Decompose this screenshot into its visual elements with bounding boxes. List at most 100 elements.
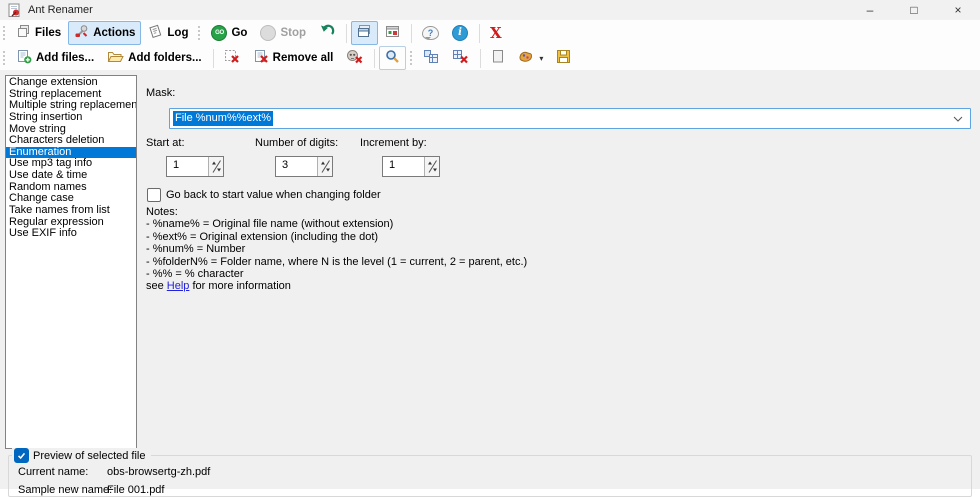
start-at-label: Start at: [146,137,185,149]
deselect-all-button[interactable] [446,46,475,70]
checkbox-box [147,188,161,202]
close-button[interactable]: × [936,0,980,20]
palette-dropdown-button[interactable]: ▾ [512,46,549,70]
preview-checkbox-label: Preview of selected file [33,450,146,462]
toolbar-separator [411,24,412,43]
log-icon [148,24,163,42]
increment-label: Increment by: [360,137,427,149]
content-area: Change extension String replacement Mult… [0,70,980,489]
go-button[interactable]: GO Go [205,22,253,44]
stop-icon [260,25,276,41]
digits-label: Number of digits: [255,137,338,149]
save-floppy-icon [556,49,571,67]
minimize-button[interactable]: – [848,0,892,20]
go-icon: GO [211,25,227,41]
window-controls: – □ × [848,0,980,20]
remove-all-button[interactable]: Remove all [247,46,340,70]
toolbar-separator [479,24,480,43]
add-folders-button[interactable]: Add folders... [101,46,207,70]
increment-value[interactable]: 1 [383,157,424,176]
toolbar-separator [374,49,375,68]
toolbar-separator [213,49,214,68]
chevron-down-icon: ▾ [539,54,543,63]
toolbar-grip[interactable] [2,24,7,42]
mask-label: Mask: [146,87,175,99]
restart-on-folder-checkbox[interactable]: Go back to start value when changing fol… [147,188,381,202]
increment-spinner[interactable]: 1 [382,156,440,177]
note-line: - %ext% = Original extension (including … [146,231,527,243]
blank-page-icon [491,49,505,67]
app-icon[interactable] [7,3,22,18]
mask-combobox[interactable]: File %num%%ext% [169,108,971,129]
options-button[interactable] [379,21,406,45]
current-name-label: Current name: [18,466,88,478]
sample-new-name-label: Sample new name: [18,484,112,496]
files-toolbar: Add files... Add folders... Remove all [0,46,980,71]
note-line: - %% = % character [146,268,527,280]
maximize-button[interactable]: □ [892,0,936,20]
note-line: - %folderN% = Folder name, where N is th… [146,256,527,268]
magnifier-icon [385,49,400,67]
clear-list-button[interactable] [340,46,369,70]
remove-selected-button[interactable] [218,46,246,70]
start-at-spinner[interactable]: 1 [166,156,224,177]
help-line: see Help for more information [146,280,527,292]
select-windows-icon [423,49,439,67]
clear-list-icon [346,49,363,67]
help-button[interactable]: ? [416,23,445,43]
actions-tab-button[interactable]: Actions [68,21,141,45]
about-button[interactable]: i [446,22,474,44]
spinner-updown-icon[interactable] [317,157,332,176]
toolbar-grip[interactable] [2,49,7,67]
preview-toggle-button[interactable] [379,46,406,70]
deselect-windows-icon [452,49,469,67]
undo-button[interactable] [313,21,341,45]
list-item[interactable]: Change extension [6,77,136,89]
sample-new-name-value: File 001.pdf [107,484,164,496]
help-link[interactable]: Help [167,280,190,292]
toolbar-separator [480,49,481,68]
about-icon: i [452,25,468,41]
undo-icon [319,24,335,42]
save-list-button[interactable] [550,46,577,70]
stop-button: Stop [254,22,312,44]
show-folders-toggle-button[interactable] [351,21,378,45]
files-tab-button[interactable]: Files [10,21,67,45]
help-icon: ? [422,26,439,40]
list-item[interactable]: String insertion [6,112,136,124]
main-toolbar: Files Actions Log GO Go Stop [0,20,980,47]
toolbar-separator [346,24,347,43]
actions-listbox[interactable]: Change extension String replacement Mult… [5,75,137,449]
toolbar-grip[interactable] [409,49,414,67]
options-icon [385,24,400,42]
palette-icon [518,49,534,67]
spinner-updown-icon[interactable] [424,157,439,176]
start-at-value[interactable]: 1 [167,157,208,176]
exit-button[interactable]: X [484,23,508,43]
note-line: - %name% = Original file name (without e… [146,218,527,230]
notes-block: Notes: - %name% = Original file name (wi… [146,206,527,293]
list-item[interactable]: Take names from list [6,205,136,217]
files-icon [16,24,31,42]
mask-value-selected: File %num%%ext% [173,111,273,126]
digits-value[interactable]: 3 [276,157,317,176]
checkbox-label: Go back to start value when changing fol… [166,189,381,201]
title-bar[interactable]: Ant Renamer – □ × [0,0,980,20]
notes-title: Notes: [146,206,527,218]
current-name-value: obs-browsertg-zh.pdf [107,466,210,478]
preview-checkbox[interactable]: Preview of selected file [12,448,151,463]
exit-icon: X [490,26,502,40]
show-folders-icon [357,24,372,42]
select-all-button[interactable] [417,46,445,70]
chevron-down-icon[interactable] [953,116,963,122]
add-files-button[interactable]: Add files... [10,46,100,70]
new-list-button[interactable] [485,46,511,70]
list-item[interactable]: Use EXIF info [6,228,136,240]
spinner-updown-icon[interactable] [208,157,223,176]
add-files-icon [16,49,32,67]
toolbar-grip[interactable] [197,24,202,42]
remove-all-icon [253,49,269,67]
digits-spinner[interactable]: 3 [275,156,333,177]
log-tab-button[interactable]: Log [142,21,194,45]
remove-selected-icon [224,49,240,67]
